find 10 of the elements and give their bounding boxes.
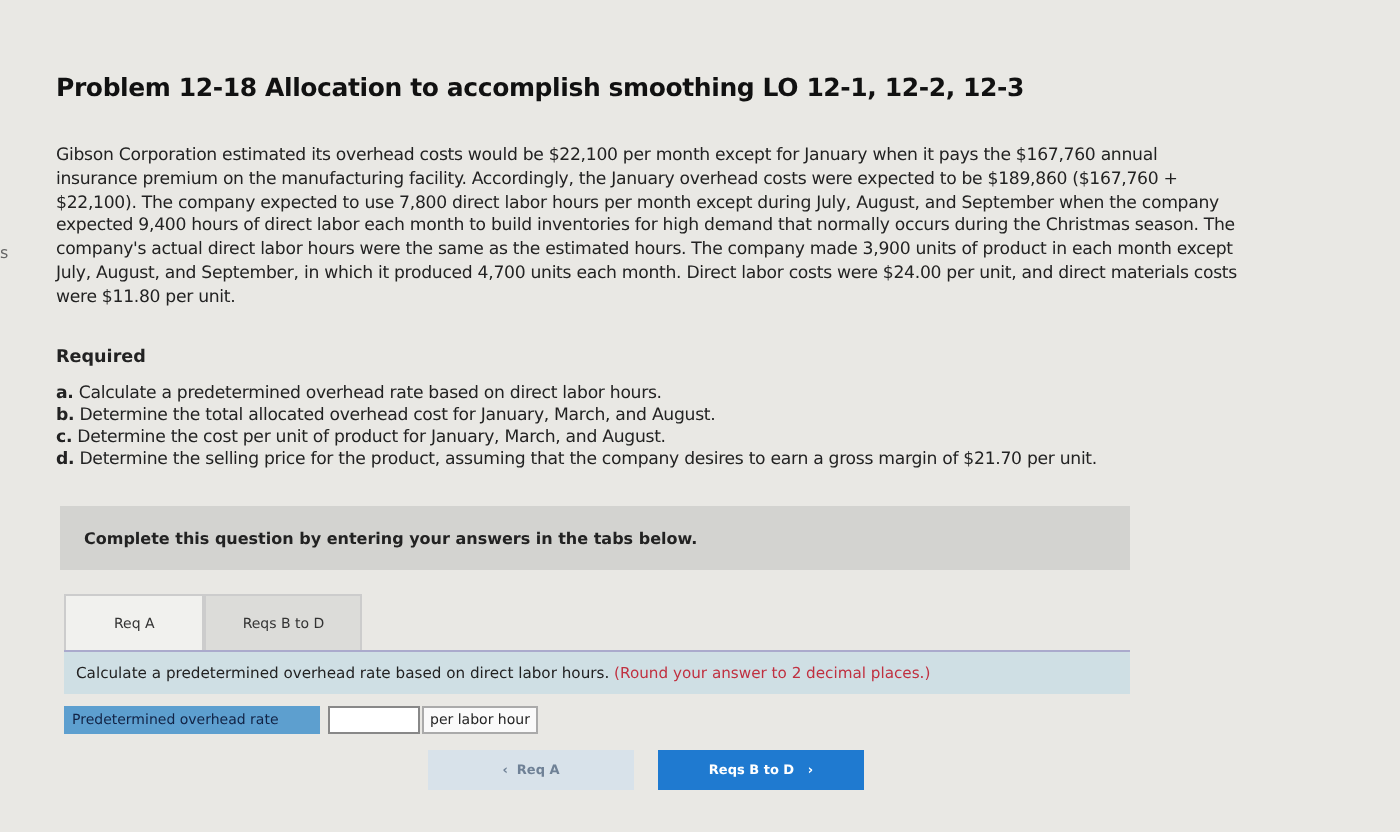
required-heading: Required [56, 347, 148, 368]
problem-title: Problem 12-18 Allocation to accomplish smoothing LO 12-1, 12-2, 12-3 [56, 72, 1027, 102]
requirement-item: a. Calculate a predetermined overhead rate based on direct labor hours. [56, 383, 664, 406]
instruction-panel: Complete this question by entering your answers in the tabs below. [60, 506, 1130, 571]
requirement-item: d. Determine the selling price for the product, assuming that the company desires to earn a gross margin of $21.70 per unit. [56, 450, 1099, 473]
problem-text: Gibson Corporation estimated its overhead costs would be $22,100 per month except for January when it pays the $167,760 annual insurance premium on the manufacturing facility. Accordingly, the January overhead costs were expected to be $189,860 ($167,760 + $22,100). The company expected to use 7,800 direct labor hours per month except during July, August, and September when the company expected 9,400 hours of direct labor each month to build inventories for high demand that normally occurs during the Christmas season. The company's actual direct labor hours were the same as the estimated hours. The company made 3,900 units of product in each month except July, August, and September, in which it produced 4,700 units each month. Direct labor costs were $24.00 per unit, and direct materials costs were $11.80 per unit. [56, 146, 1239, 312]
answer-field[interactable] [328, 706, 420, 735]
requirement-item: c. Determine the cost per unit of product for January, March, and August. [56, 427, 668, 451]
text-fragment: s [0, 244, 9, 262]
requirement-item: b. Determine the total allocated overhead cost for January, March, and August. [56, 405, 718, 428]
